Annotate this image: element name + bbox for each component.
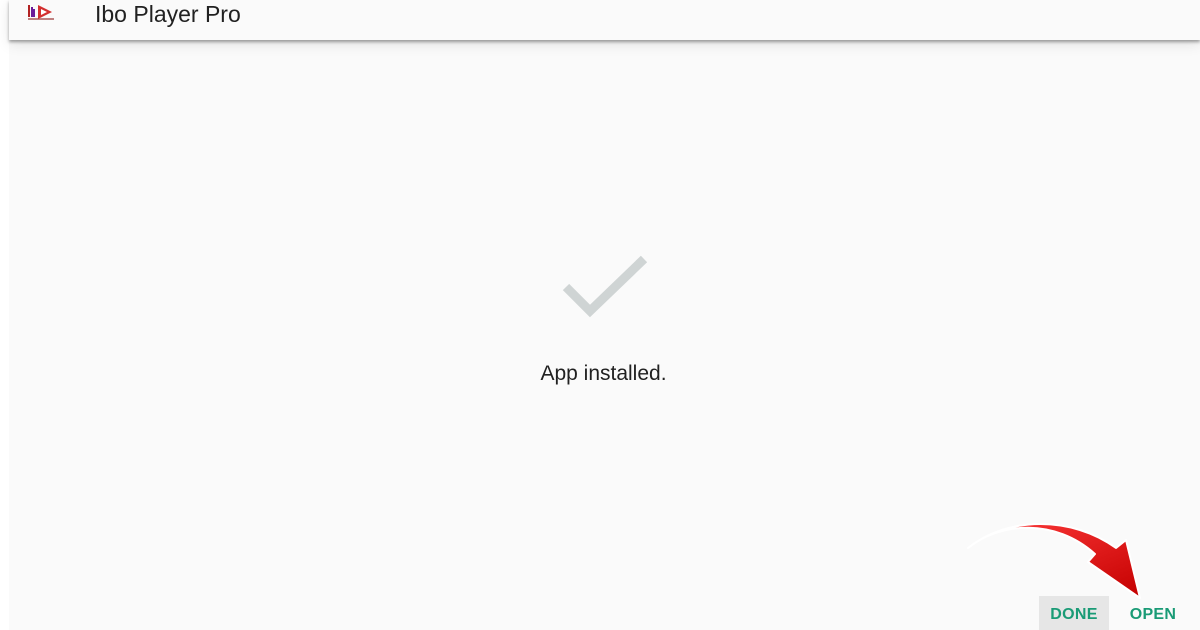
app-bar: Ibo Player Pro — [9, 0, 1200, 40]
open-button[interactable]: OPEN — [1118, 596, 1188, 630]
install-status-text: App installed. — [540, 362, 667, 385]
ibo-player-pro-logo-icon — [27, 2, 57, 22]
app-title: Ibo Player Pro — [95, 1, 241, 27]
main-content — [9, 40, 1200, 630]
done-button[interactable]: DONE — [1039, 596, 1109, 630]
left-edge — [0, 0, 9, 630]
install-screen: Ibo Player Pro App installed. DONE OPEN — [0, 0, 1200, 630]
checkmark-icon — [556, 249, 656, 329]
